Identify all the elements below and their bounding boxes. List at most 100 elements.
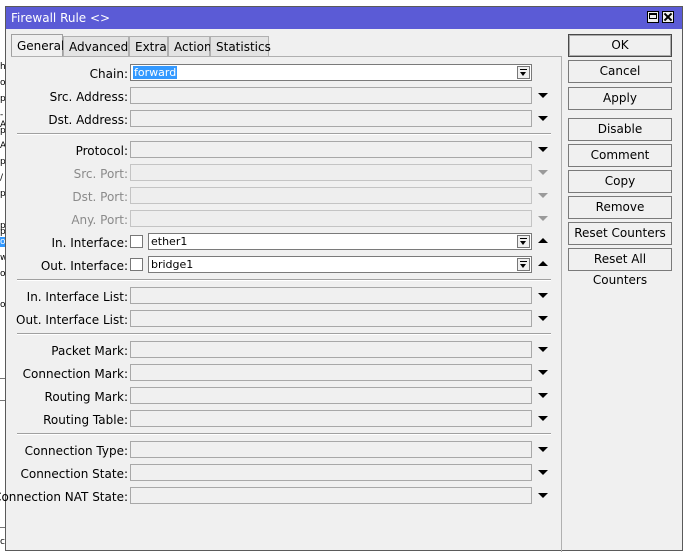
out-interface-negate-checkbox[interactable] — [130, 258, 143, 271]
connection-state-label: Connection State: — [20, 467, 128, 481]
routing-table-row: Routing Table: — [6, 410, 562, 430]
section-divider — [17, 333, 551, 335]
tab-extra[interactable]: Extra — [129, 36, 168, 56]
routing-table-field[interactable] — [130, 410, 532, 427]
any-port-field — [130, 210, 532, 227]
out-interface-label: Out. Interface: — [40, 259, 128, 273]
tab-statistics[interactable]: Statistics — [210, 36, 271, 56]
dst-address-row: Dst. Address: — [6, 110, 562, 130]
firewall-rule-dialog: Firewall Rule <> General Advanced Extra … — [0, 6, 683, 552]
in-interface-row: In. Interface: ether1 — [6, 233, 562, 253]
dst-port-field — [130, 187, 532, 204]
window-title: Firewall Rule <> — [11, 11, 111, 25]
collapse-arrow-icon[interactable] — [538, 261, 548, 266]
connection-type-label: Connection Type: — [24, 444, 128, 458]
chain-row: Chain: forward — [6, 64, 562, 84]
tab-advanced[interactable]: Advanced — [63, 36, 129, 56]
connection-type-row: Connection Type: — [6, 441, 562, 461]
packet-mark-label: Packet Mark: — [51, 344, 128, 358]
remove-button[interactable]: Remove — [568, 196, 672, 219]
connection-nat-state-field[interactable] — [130, 487, 532, 504]
tab-general[interactable]: General — [11, 34, 64, 57]
section-divider — [17, 133, 551, 135]
routing-mark-row: Routing Mark: — [6, 387, 562, 407]
routing-mark-field[interactable] — [130, 387, 532, 404]
combo-dropdown-icon[interactable] — [517, 66, 530, 79]
out-interface-combobox[interactable]: bridge1 — [148, 256, 532, 273]
connection-state-row: Connection State: — [6, 464, 562, 484]
out-interface-list-field[interactable] — [130, 310, 532, 327]
src-address-row: Src. Address: — [6, 87, 562, 107]
dropdown-arrow-icon[interactable] — [538, 493, 548, 498]
dropdown-arrow-icon — [538, 170, 548, 175]
connection-type-field[interactable] — [130, 441, 532, 458]
disable-button[interactable]: Disable — [568, 118, 672, 141]
close-icon[interactable] — [662, 11, 674, 23]
any-port-label: Any. Port: — [71, 213, 128, 227]
connection-mark-label: Connection Mark: — [22, 367, 128, 381]
protocol-field[interactable] — [130, 141, 532, 158]
section-divider — [17, 433, 551, 435]
dropdown-arrow-icon[interactable] — [538, 93, 548, 98]
in-interface-list-field[interactable] — [130, 287, 532, 304]
out-interface-list-label: Out. Interface List: — [16, 313, 128, 327]
src-port-field — [130, 164, 532, 181]
chain-label: Chain: — [89, 67, 128, 81]
ok-button[interactable]: OK — [568, 34, 672, 57]
out-interface-list-row: Out. Interface List: — [6, 310, 562, 330]
in-interface-value: ether1 — [151, 235, 188, 248]
dst-port-label: Dst. Port: — [72, 190, 128, 204]
combo-dropdown-icon[interactable] — [517, 235, 530, 248]
routing-table-label: Routing Table: — [43, 413, 128, 427]
in-interface-list-row: In. Interface List: — [6, 287, 562, 307]
reset-all-counters-button[interactable]: Reset All Counters — [568, 248, 672, 287]
routing-mark-label: Routing Mark: — [44, 390, 128, 404]
cancel-button[interactable]: Cancel — [568, 60, 672, 83]
any-port-row: Any. Port: — [6, 210, 562, 230]
dropdown-arrow-icon — [538, 193, 548, 198]
dst-port-row: Dst. Port: — [6, 187, 562, 207]
chain-combobox[interactable]: forward — [130, 64, 532, 81]
dropdown-arrow-icon — [538, 216, 548, 221]
dropdown-arrow-icon[interactable] — [538, 416, 548, 421]
dropdown-arrow-icon[interactable] — [538, 470, 548, 475]
dropdown-arrow-icon[interactable] — [538, 393, 548, 398]
connection-mark-field[interactable] — [130, 364, 532, 381]
dropdown-arrow-icon[interactable] — [538, 147, 548, 152]
src-address-label: Src. Address: — [49, 90, 128, 104]
src-address-field[interactable] — [130, 87, 532, 104]
protocol-label: Protocol: — [75, 144, 128, 158]
connection-nat-state-label: Connection NAT State: — [0, 490, 128, 504]
packet-mark-row: Packet Mark: — [6, 341, 562, 361]
copy-button[interactable]: Copy — [568, 170, 672, 193]
dst-address-field[interactable] — [130, 110, 532, 127]
dropdown-arrow-icon[interactable] — [538, 370, 548, 375]
collapse-arrow-icon[interactable] — [538, 238, 548, 243]
connection-state-field[interactable] — [130, 464, 532, 481]
apply-button[interactable]: Apply — [568, 87, 672, 110]
chain-value: forward — [133, 66, 178, 79]
comment-button[interactable]: Comment — [568, 144, 672, 167]
background-text: / — [0, 173, 4, 183]
connection-mark-row: Connection Mark: — [6, 364, 562, 384]
out-interface-row: Out. Interface: bridge1 — [6, 256, 562, 276]
dropdown-arrow-icon[interactable] — [538, 447, 548, 452]
dropdown-arrow-icon[interactable] — [538, 293, 548, 298]
in-interface-label: In. Interface: — [51, 236, 128, 250]
title-bar[interactable]: Firewall Rule <> — [6, 7, 682, 29]
section-divider — [17, 279, 551, 281]
src-port-label: Src. Port: — [73, 167, 128, 181]
dropdown-arrow-icon[interactable] — [538, 116, 548, 121]
out-interface-value: bridge1 — [151, 258, 194, 271]
combo-dropdown-icon[interactable] — [517, 258, 530, 271]
reset-counters-button[interactable]: Reset Counters — [568, 222, 672, 245]
in-interface-negate-checkbox[interactable] — [130, 235, 143, 248]
maximize-icon[interactable] — [647, 11, 659, 23]
dropdown-arrow-icon[interactable] — [538, 316, 548, 321]
in-interface-combobox[interactable]: ether1 — [148, 233, 532, 250]
tab-action[interactable]: Action — [168, 36, 212, 56]
src-port-row: Src. Port: — [6, 164, 562, 184]
dropdown-arrow-icon[interactable] — [538, 347, 548, 352]
protocol-row: Protocol: — [6, 141, 562, 161]
packet-mark-field[interactable] — [130, 341, 532, 358]
